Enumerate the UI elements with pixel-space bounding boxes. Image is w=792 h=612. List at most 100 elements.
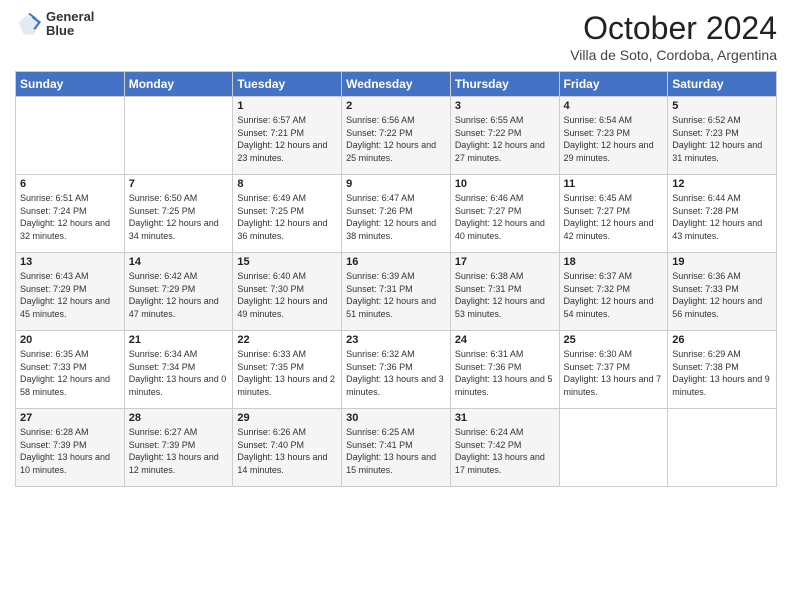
day-info: Sunrise: 6:42 AMSunset: 7:29 PMDaylight:… [129, 270, 229, 320]
day-number: 18 [564, 256, 664, 268]
calendar-cell: 15Sunrise: 6:40 AMSunset: 7:30 PMDayligh… [233, 253, 342, 331]
calendar-cell: 3Sunrise: 6:55 AMSunset: 7:22 PMDaylight… [450, 97, 559, 175]
logo-line2: Blue [46, 24, 94, 38]
day-info: Sunrise: 6:51 AMSunset: 7:24 PMDaylight:… [20, 192, 120, 242]
calendar-cell: 20Sunrise: 6:35 AMSunset: 7:33 PMDayligh… [16, 331, 125, 409]
calendar-cell: 9 Sunrise: 6:47 AMSunset: 7:26 PMDaylight… [342, 175, 451, 253]
calendar-cell: 8Sunrise: 6:49 AMSunset: 7:25 PMDaylight… [233, 175, 342, 253]
calendar-cell: 13 Sunrise: 6:43 AMSunset: 7:29 PMDayligh… [16, 253, 125, 331]
day-number: 13 [20, 256, 120, 268]
day-number: 23 [346, 334, 446, 346]
logo-line1: General [46, 10, 94, 24]
weekday-header-thursday: Thursday [450, 72, 559, 97]
calendar-cell: 26 Sunrise: 6:29 AMSunset: 7:38 PMDayligh… [668, 331, 777, 409]
calendar-cell [16, 97, 125, 175]
day-number: 2 [346, 100, 446, 112]
weekday-header-wednesday: Wednesday [342, 72, 451, 97]
day-number: 25 [564, 334, 664, 346]
calendar-cell: 23 Sunrise: 6:32 AMSunset: 7:36 PMDayligh… [342, 331, 451, 409]
day-info: Sunrise: 6:43 AMSunset: 7:29 PMDaylight:… [20, 270, 120, 320]
day-info: Sunrise: 6:30 AMSunset: 7:37 PMDaylight:… [564, 348, 664, 398]
day-number: 5 [672, 100, 772, 112]
day-info: Sunrise: 6:39 AMSunset: 7:31 PMDaylight:… [346, 270, 446, 320]
calendar-cell: 5 Sunrise: 6:52 AMSunset: 7:23 PMDaylight… [668, 97, 777, 175]
calendar-week-row: 1 Sunrise: 6:57 AMSunset: 7:21 PMDaylight… [16, 97, 777, 175]
calendar-cell: 30 Sunrise: 6:25 AMSunset: 7:41 PMDayligh… [342, 409, 451, 487]
calendar-cell: 6Sunrise: 6:51 AMSunset: 7:24 PMDaylight… [16, 175, 125, 253]
day-number: 3 [455, 100, 555, 112]
day-number: 7 [129, 178, 229, 190]
day-info: Sunrise: 6:33 AMSunset: 7:35 PMDaylight:… [237, 348, 337, 398]
calendar-cell [124, 97, 233, 175]
day-info: Sunrise: 6:31 AMSunset: 7:36 PMDaylight:… [455, 348, 555, 398]
calendar-cell: 17 Sunrise: 6:38 AMSunset: 7:31 PMDayligh… [450, 253, 559, 331]
day-info: Sunrise: 6:32 AMSunset: 7:36 PMDaylight:… [346, 348, 446, 398]
calendar-cell: 7 Sunrise: 6:50 AMSunset: 7:25 PMDaylight… [124, 175, 233, 253]
day-info: Sunrise: 6:36 AMSunset: 7:33 PMDaylight:… [672, 270, 772, 320]
logo-text: General Blue [46, 10, 94, 39]
weekday-header-row: SundayMondayTuesdayWednesdayThursdayFrid… [16, 72, 777, 97]
month-title: October 2024 [570, 10, 777, 47]
day-info: Sunrise: 6:37 AMSunset: 7:32 PMDaylight:… [564, 270, 664, 320]
day-number: 17 [455, 256, 555, 268]
day-info: Sunrise: 6:29 AMSunset: 7:38 PMDaylight:… [672, 348, 772, 398]
day-info: Sunrise: 6:40 AMSunset: 7:30 PMDaylight:… [237, 270, 337, 320]
calendar-cell: 12Sunrise: 6:44 AMSunset: 7:28 PMDayligh… [668, 175, 777, 253]
day-number: 30 [346, 412, 446, 424]
day-info: Sunrise: 6:26 AMSunset: 7:40 PMDaylight:… [237, 426, 337, 476]
day-number: 27 [20, 412, 120, 424]
day-info: Sunrise: 6:46 AMSunset: 7:27 PMDaylight:… [455, 192, 555, 242]
header: General Blue October 2024 Villa de Soto,… [15, 10, 777, 63]
calendar-cell: 4 Sunrise: 6:54 AMSunset: 7:23 PMDaylight… [559, 97, 668, 175]
day-info: Sunrise: 6:56 AMSunset: 7:22 PMDaylight:… [346, 114, 446, 164]
logo-icon [15, 10, 43, 38]
day-number: 22 [237, 334, 337, 346]
day-info: Sunrise: 6:28 AMSunset: 7:39 PMDaylight:… [20, 426, 120, 476]
calendar-week-row: 27 Sunrise: 6:28 AMSunset: 7:39 PMDayligh… [16, 409, 777, 487]
day-info: Sunrise: 6:27 AMSunset: 7:39 PMDaylight:… [129, 426, 229, 476]
calendar-week-row: 20Sunrise: 6:35 AMSunset: 7:33 PMDayligh… [16, 331, 777, 409]
weekday-header-sunday: Sunday [16, 72, 125, 97]
calendar-week-row: 6Sunrise: 6:51 AMSunset: 7:24 PMDaylight… [16, 175, 777, 253]
day-info: Sunrise: 6:47 AMSunset: 7:26 PMDaylight:… [346, 192, 446, 242]
day-number: 4 [564, 100, 664, 112]
calendar-cell [668, 409, 777, 487]
day-number: 11 [564, 178, 664, 190]
calendar-cell: 18 Sunrise: 6:37 AMSunset: 7:32 PMDayligh… [559, 253, 668, 331]
day-info: Sunrise: 6:25 AMSunset: 7:41 PMDaylight:… [346, 426, 446, 476]
day-number: 28 [129, 412, 229, 424]
calendar-cell: 16 Sunrise: 6:39 AMSunset: 7:31 PMDayligh… [342, 253, 451, 331]
day-number: 9 [346, 178, 446, 190]
day-number: 19 [672, 256, 772, 268]
calendar-week-row: 13 Sunrise: 6:43 AMSunset: 7:29 PMDayligh… [16, 253, 777, 331]
calendar-page: General Blue October 2024 Villa de Soto,… [0, 0, 792, 612]
calendar-cell: 14Sunrise: 6:42 AMSunset: 7:29 PMDayligh… [124, 253, 233, 331]
calendar-cell: 28 Sunrise: 6:27 AMSunset: 7:39 PMDayligh… [124, 409, 233, 487]
weekday-header-saturday: Saturday [668, 72, 777, 97]
weekday-header-monday: Monday [124, 72, 233, 97]
day-info: Sunrise: 6:57 AMSunset: 7:21 PMDaylight:… [237, 114, 337, 164]
day-info: Sunrise: 6:24 AMSunset: 7:42 PMDaylight:… [455, 426, 555, 476]
calendar-cell: 21Sunrise: 6:34 AMSunset: 7:34 PMDayligh… [124, 331, 233, 409]
calendar-cell: 1 Sunrise: 6:57 AMSunset: 7:21 PMDaylight… [233, 97, 342, 175]
day-number: 29 [237, 412, 337, 424]
location-title: Villa de Soto, Cordoba, Argentina [570, 47, 777, 63]
day-number: 8 [237, 178, 337, 190]
day-number: 1 [237, 100, 337, 112]
day-number: 31 [455, 412, 555, 424]
day-info: Sunrise: 6:34 AMSunset: 7:34 PMDaylight:… [129, 348, 229, 398]
day-info: Sunrise: 6:44 AMSunset: 7:28 PMDaylight:… [672, 192, 772, 242]
calendar-cell: 27 Sunrise: 6:28 AMSunset: 7:39 PMDayligh… [16, 409, 125, 487]
calendar-cell: 22 Sunrise: 6:33 AMSunset: 7:35 PMDayligh… [233, 331, 342, 409]
day-info: Sunrise: 6:38 AMSunset: 7:31 PMDaylight:… [455, 270, 555, 320]
day-info: Sunrise: 6:45 AMSunset: 7:27 PMDaylight:… [564, 192, 664, 242]
calendar-table: SundayMondayTuesdayWednesdayThursdayFrid… [15, 71, 777, 487]
day-info: Sunrise: 6:35 AMSunset: 7:33 PMDaylight:… [20, 348, 120, 398]
day-info: Sunrise: 6:52 AMSunset: 7:23 PMDaylight:… [672, 114, 772, 164]
title-block: October 2024 Villa de Soto, Cordoba, Arg… [570, 10, 777, 63]
day-info: Sunrise: 6:54 AMSunset: 7:23 PMDaylight:… [564, 114, 664, 164]
day-number: 26 [672, 334, 772, 346]
day-number: 16 [346, 256, 446, 268]
day-info: Sunrise: 6:50 AMSunset: 7:25 PMDaylight:… [129, 192, 229, 242]
weekday-header-tuesday: Tuesday [233, 72, 342, 97]
